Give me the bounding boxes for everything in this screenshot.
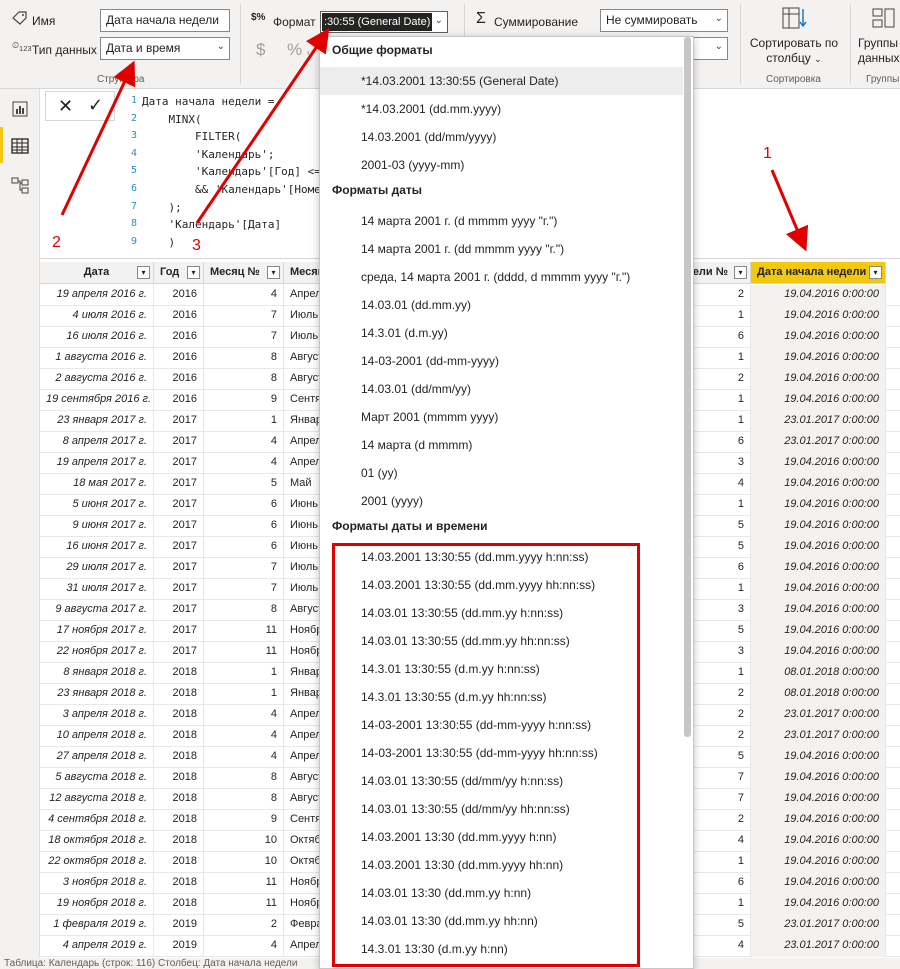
annotation-arrows xyxy=(60,28,809,252)
arrow-1 xyxy=(770,169,809,252)
arrow-2 xyxy=(60,60,136,216)
arrow-3 xyxy=(195,28,330,224)
